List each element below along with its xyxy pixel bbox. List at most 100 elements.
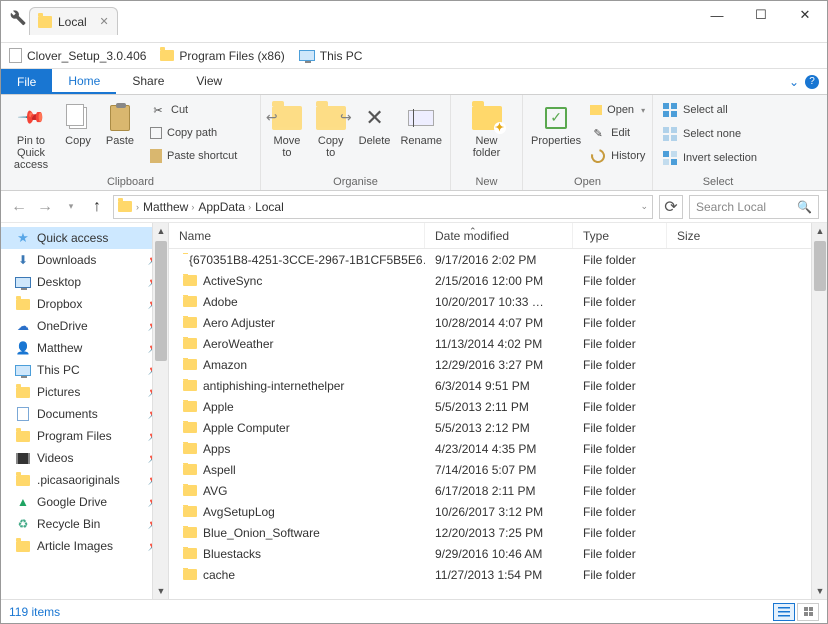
scrollbar-thumb[interactable] (155, 241, 167, 361)
sidebar-item-pictures[interactable]: Pictures📌 (1, 381, 168, 403)
sidebar-item-this-pc[interactable]: This PC📌 (1, 359, 168, 381)
file-row[interactable]: {670351B8-4251-3CCE-2967-1B1CF5B5E6…9/17… (169, 249, 827, 270)
sidebar-item-article-images[interactable]: Article Images📌 (1, 535, 168, 557)
copy-to-button[interactable]: ↪ Copy to (311, 99, 351, 161)
file-row[interactable]: Aero Adjuster10/28/2014 4:07 PMFile fold… (169, 312, 827, 333)
folder-icon (183, 443, 197, 454)
recent-locations-button[interactable]: ▾ (61, 197, 81, 217)
sidebar-item-matthew[interactable]: 👤Matthew📌 (1, 337, 168, 359)
icons-view-button[interactable] (797, 603, 819, 621)
folder-icon (160, 50, 174, 61)
shortcut-program-files[interactable]: Program Files (x86) (160, 49, 284, 63)
content-scrollbar[interactable]: ▲ ▼ (811, 223, 827, 599)
help-icon[interactable]: ? (805, 75, 819, 89)
browser-tab-local[interactable]: Local ✕ (29, 7, 118, 35)
paste-shortcut-button[interactable]: Paste shortcut (147, 145, 240, 167)
scroll-down-icon[interactable]: ▼ (812, 583, 827, 599)
scroll-up-icon[interactable]: ▲ (812, 223, 827, 239)
minimize-button[interactable]: — (695, 1, 739, 29)
rename-button[interactable]: Rename (398, 99, 444, 149)
column-header-name[interactable]: Name (169, 223, 425, 248)
scroll-down-icon[interactable]: ▼ (153, 583, 169, 599)
column-header-size[interactable]: Size (667, 223, 827, 248)
history-button[interactable]: History (587, 145, 648, 167)
sidebar-item-desktop[interactable]: Desktop📌 (1, 271, 168, 293)
tab-view[interactable]: View (180, 69, 238, 94)
sidebar-item-dropbox[interactable]: Dropbox📌 (1, 293, 168, 315)
sidebar-item-downloads[interactable]: ⬇Downloads📌 (1, 249, 168, 271)
shortcut-clover[interactable]: Clover_Setup_3.0.406 (9, 48, 146, 63)
file-row[interactable]: Bluestacks9/29/2016 10:46 AMFile folder (169, 543, 827, 564)
edit-button[interactable]: ✎Edit (587, 122, 648, 144)
forward-button[interactable]: → (35, 197, 55, 217)
tab-share[interactable]: Share (116, 69, 180, 94)
select-none-button[interactable]: Select none (659, 123, 760, 145)
properties-button[interactable]: ✓ Properties (529, 99, 583, 149)
sidebar-item-recycle-bin[interactable]: ♻Recycle Bin📌 (1, 513, 168, 535)
file-type: File folder (573, 253, 667, 267)
copy-button[interactable]: Copy (59, 99, 97, 149)
column-header-date[interactable]: Date modified (425, 223, 573, 248)
folder-icon (183, 506, 197, 517)
file-row[interactable]: AeroWeather11/13/2014 4:02 PMFile folder (169, 333, 827, 354)
maximize-button[interactable]: ☐ (739, 1, 783, 29)
sidebar-scrollbar[interactable]: ▲ ▼ (152, 223, 168, 599)
file-row[interactable]: Amazon12/29/2016 3:27 PMFile folder (169, 354, 827, 375)
close-button[interactable]: ✕ (783, 1, 827, 29)
file-row[interactable]: Apple Computer5/5/2013 2:12 PMFile folde… (169, 417, 827, 438)
tab-file[interactable]: File (1, 69, 52, 94)
scroll-up-icon[interactable]: ▲ (153, 223, 169, 239)
file-name: Aero Adjuster (203, 316, 275, 330)
up-button[interactable]: ↑ (87, 197, 107, 217)
status-bar: 119 items (1, 599, 827, 623)
file-type: File folder (573, 358, 667, 372)
sidebar-item-program-files[interactable]: Program Files📌 (1, 425, 168, 447)
sidebar-item-label: Program Files (37, 429, 112, 443)
pin-quick-access-button[interactable]: 📌 Pin to Quick access (7, 99, 55, 173)
file-row[interactable]: Apps4/23/2014 4:35 PMFile folder (169, 438, 827, 459)
back-button[interactable]: ← (9, 197, 29, 217)
file-row[interactable]: AvgSetupLog10/26/2017 3:12 PMFile folder (169, 501, 827, 522)
file-row[interactable]: Apple5/5/2013 2:11 PMFile folder (169, 396, 827, 417)
scrollbar-thumb[interactable] (814, 241, 826, 291)
file-row[interactable]: antiphishing-internethelper6/3/2014 9:51… (169, 375, 827, 396)
open-button[interactable]: Open▾ (587, 99, 648, 121)
search-input[interactable]: Search Local 🔍 (689, 195, 819, 219)
sidebar-item--picasaoriginals[interactable]: .picasaoriginals📌 (1, 469, 168, 491)
file-row[interactable]: cache11/27/2013 1:54 PMFile folder (169, 564, 827, 585)
breadcrumb[interactable]: › Matthew› AppData› Local ⌄ (113, 195, 653, 219)
select-all-icon (662, 102, 678, 118)
file-row[interactable]: Adobe10/20/2017 10:33 …File folder (169, 291, 827, 312)
file-type: File folder (573, 547, 667, 561)
copy-path-button[interactable]: Copy path (147, 122, 240, 144)
video-icon (15, 450, 31, 466)
refresh-button[interactable]: ⟳ (659, 195, 683, 219)
sidebar-item-quick-access[interactable]: ★Quick access (1, 227, 168, 249)
shortcut-this-pc[interactable]: This PC (299, 49, 363, 63)
file-row[interactable]: ActiveSync2/15/2016 12:00 PMFile folder (169, 270, 827, 291)
select-all-button[interactable]: Select all (659, 99, 760, 121)
details-view-button[interactable] (773, 603, 795, 621)
new-folder-button[interactable]: ✦ New folder (463, 99, 511, 161)
tab-home[interactable]: Home (52, 69, 116, 94)
breadcrumb-segment[interactable]: AppData› (198, 200, 251, 214)
sidebar-item-onedrive[interactable]: ☁OneDrive📌 (1, 315, 168, 337)
tab-close-icon[interactable]: ✕ (99, 15, 108, 28)
file-row[interactable]: AVG6/17/2018 2:11 PMFile folder (169, 480, 827, 501)
file-row[interactable]: Aspell7/14/2016 5:07 PMFile folder (169, 459, 827, 480)
move-to-button[interactable]: ↩ Move to (267, 99, 307, 161)
breadcrumb-segment[interactable]: Matthew› (143, 200, 194, 214)
sidebar-item-documents[interactable]: Documents📌 (1, 403, 168, 425)
sidebar-item-videos[interactable]: Videos📌 (1, 447, 168, 469)
wrench-icon[interactable] (5, 5, 27, 27)
paste-button[interactable]: Paste (101, 99, 139, 149)
column-header-type[interactable]: Type (573, 223, 667, 248)
invert-selection-button[interactable]: Invert selection (659, 147, 760, 169)
ribbon-collapse-icon[interactable]: ⌄ (789, 75, 799, 89)
file-row[interactable]: Blue_Onion_Software12/20/2013 7:25 PMFil… (169, 522, 827, 543)
cut-button[interactable]: ✂Cut (147, 99, 240, 121)
breadcrumb-segment[interactable]: Local (255, 200, 284, 214)
chevron-down-icon[interactable]: ⌄ (640, 201, 648, 212)
sidebar-item-google-drive[interactable]: ▲Google Drive📌 (1, 491, 168, 513)
delete-button[interactable]: ✕ Delete (355, 99, 395, 149)
